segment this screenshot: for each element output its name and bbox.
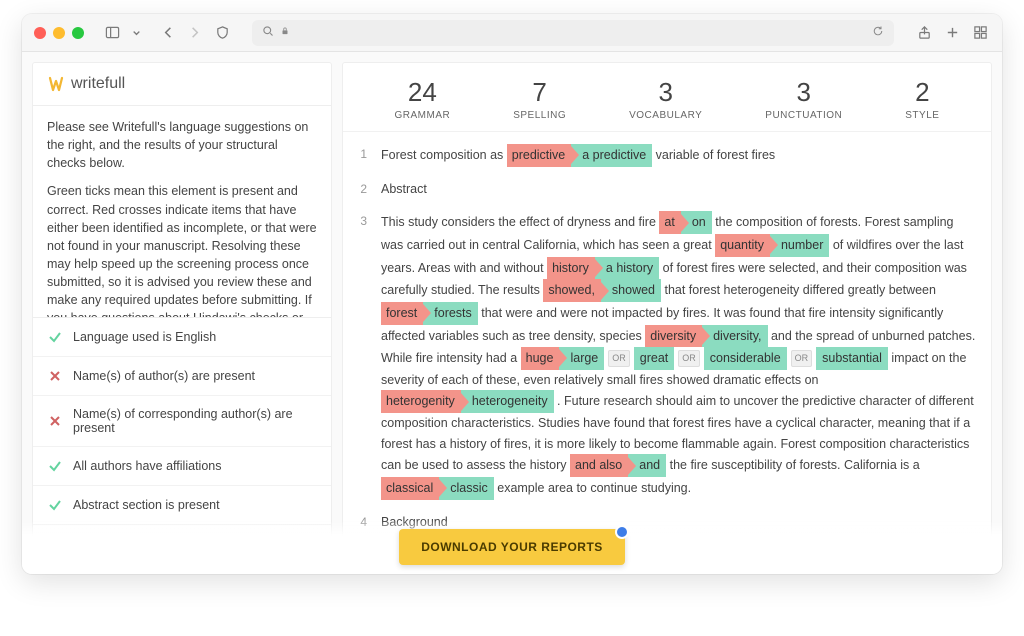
search-icon [262, 25, 274, 40]
suggestion[interactable]: aton [659, 211, 711, 234]
check-row: Language used is English [33, 318, 331, 357]
line-number: 3 [343, 211, 367, 499]
stat-count: 2 [905, 77, 939, 108]
browser-window: writefull Please see Writefull's languag… [22, 14, 1002, 574]
stats-bar: 24 GRAMMAR 7 SPELLING 3 VOCABULARY 3 PUN… [343, 63, 991, 132]
line-number: 1 [343, 144, 367, 167]
sidebar-explain: Green ticks mean this element is present… [47, 182, 317, 317]
check-icon [47, 458, 63, 474]
maximize-window-icon[interactable] [72, 27, 84, 39]
or-separator: OR [678, 350, 700, 367]
check-icon [47, 497, 63, 513]
check-label: All authors have affiliations [73, 459, 221, 473]
document-body: 1 Forest composition as predictivea pred… [343, 132, 991, 563]
or-separator: OR [608, 350, 630, 367]
line-text: Forest composition as predictivea predic… [381, 144, 977, 167]
check-row: Name(s) of corresponding author(s) are p… [33, 396, 331, 447]
suggestion[interactable]: classicalclassic [381, 477, 494, 500]
download-reports-button[interactable]: DOWNLOAD YOUR REPORTS [399, 529, 625, 565]
suggestion-alt[interactable]: considerable [704, 347, 787, 370]
stat-count: 3 [629, 77, 702, 108]
stat-punctuation[interactable]: 3 PUNCTUATION [765, 77, 842, 121]
minimize-window-icon[interactable] [53, 27, 65, 39]
stat-count: 3 [765, 77, 842, 108]
shield-icon[interactable] [212, 23, 232, 43]
doc-line: 2 Abstract [343, 173, 977, 206]
check-label: Name(s) of corresponding author(s) are p… [73, 407, 317, 435]
stat-label: PUNCTUATION [765, 110, 842, 121]
suggestion[interactable]: showed,showed [543, 279, 661, 302]
download-bar: DOWNLOAD YOUR REPORTS [22, 520, 1002, 574]
or-separator: OR [791, 350, 813, 367]
traffic-lights [34, 27, 84, 39]
nav-back-icon[interactable] [158, 23, 178, 43]
app-content: writefull Please see Writefull's languag… [22, 52, 1002, 574]
close-window-icon[interactable] [34, 27, 46, 39]
stat-count: 7 [513, 77, 566, 108]
stat-spelling[interactable]: 7 SPELLING [513, 77, 566, 121]
stat-style[interactable]: 2 STYLE [905, 77, 939, 121]
sidebar-body: Please see Writefull's language suggesti… [33, 106, 331, 317]
check-row: Name(s) of author(s) are present [33, 357, 331, 396]
lock-icon [280, 26, 290, 39]
sidebar: writefull Please see Writefull's languag… [32, 62, 332, 564]
suggestion[interactable]: hugelarge [521, 347, 605, 370]
titlebar [22, 14, 1002, 52]
check-label: Name(s) of author(s) are present [73, 369, 255, 383]
line-text: Abstract [381, 179, 977, 200]
check-icon [47, 329, 63, 345]
stat-label: GRAMMAR [394, 110, 450, 121]
suggestion[interactable]: quantitynumber [715, 234, 829, 257]
suggestion[interactable]: heterogenityheterogeneity [381, 390, 554, 413]
line-text: This study considers the effect of dryne… [381, 211, 977, 499]
suggestion-alt[interactable]: great [634, 347, 675, 370]
check-label: Abstract section is present [73, 498, 220, 512]
sidebar-toggle-icon[interactable] [102, 23, 122, 43]
stat-grammar[interactable]: 24 GRAMMAR [394, 77, 450, 121]
check-label: Language used is English [73, 330, 216, 344]
writefull-logo-icon [47, 75, 65, 93]
sidebar-intro: Please see Writefull's language suggesti… [47, 118, 317, 172]
suggestion[interactable]: and alsoand [570, 454, 666, 477]
tabs-overview-icon[interactable] [970, 23, 990, 43]
suggestion[interactable]: predictivea predictive [507, 144, 652, 167]
stat-count: 24 [394, 77, 450, 108]
new-tab-icon[interactable] [942, 23, 962, 43]
logo-text: writefull [71, 75, 125, 93]
logo: writefull [33, 63, 331, 106]
doc-line: 1 Forest composition as predictivea pred… [343, 138, 977, 173]
share-icon[interactable] [914, 23, 934, 43]
suggestion[interactable]: historya history [547, 257, 659, 280]
chevron-down-icon[interactable] [126, 23, 146, 43]
doc-line: 3 This study considers the effect of dry… [343, 205, 977, 505]
suggestion[interactable]: forestforests [381, 302, 478, 325]
nav-forward-icon[interactable] [184, 23, 204, 43]
stat-vocabulary[interactable]: 3 VOCABULARY [629, 77, 702, 121]
suggestion-alt[interactable]: substantial [816, 347, 888, 370]
stat-label: STYLE [905, 110, 939, 121]
main-panel: 24 GRAMMAR 7 SPELLING 3 VOCABULARY 3 PUN… [342, 62, 992, 564]
stat-label: VOCABULARY [629, 110, 702, 121]
suggestion[interactable]: diversitydiversity, [645, 325, 767, 348]
line-number: 2 [343, 179, 367, 200]
stat-label: SPELLING [513, 110, 566, 121]
cross-icon [47, 413, 63, 429]
check-row: All authors have affiliations [33, 447, 331, 486]
cross-icon [47, 368, 63, 384]
address-bar[interactable] [252, 20, 894, 46]
reload-icon[interactable] [872, 25, 884, 40]
